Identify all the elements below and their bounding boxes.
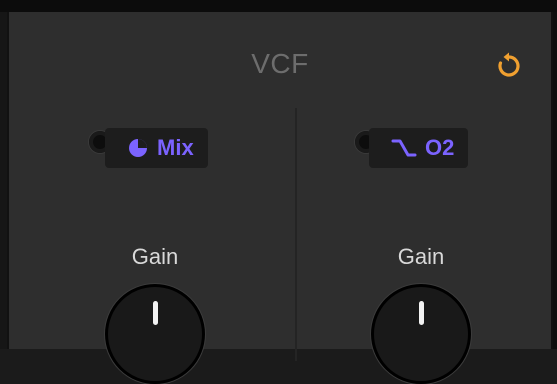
wave-ramp-icon [391, 139, 417, 157]
frame: VCF Mix Gain O2 Gain [0, 0, 557, 384]
reset-icon [498, 52, 520, 77]
gain-knob-left[interactable] [105, 284, 205, 384]
mod-source-label: Mix [157, 135, 194, 160]
pie-chart-icon [129, 139, 147, 157]
top-strip [0, 0, 557, 12]
mod-source-chip-o2[interactable]: O2 [369, 128, 469, 168]
mod-source-label: O2 [425, 135, 455, 160]
vcf-module-panel: VCF Mix Gain O2 Gain [7, 12, 553, 384]
left-edge [0, 12, 7, 349]
knob-indicator [418, 301, 424, 325]
mod-source-chip-mix[interactable]: Mix [105, 128, 208, 168]
knob-indicator [152, 301, 158, 325]
gain-knob-right[interactable] [371, 284, 471, 384]
gain-label-right: Gain [397, 244, 445, 269]
gain-label-left: Gain [131, 244, 179, 269]
module-title: VCF [251, 48, 309, 79]
column-divider [295, 108, 297, 361]
right-edge [553, 12, 557, 349]
reset-button[interactable] [493, 50, 525, 82]
